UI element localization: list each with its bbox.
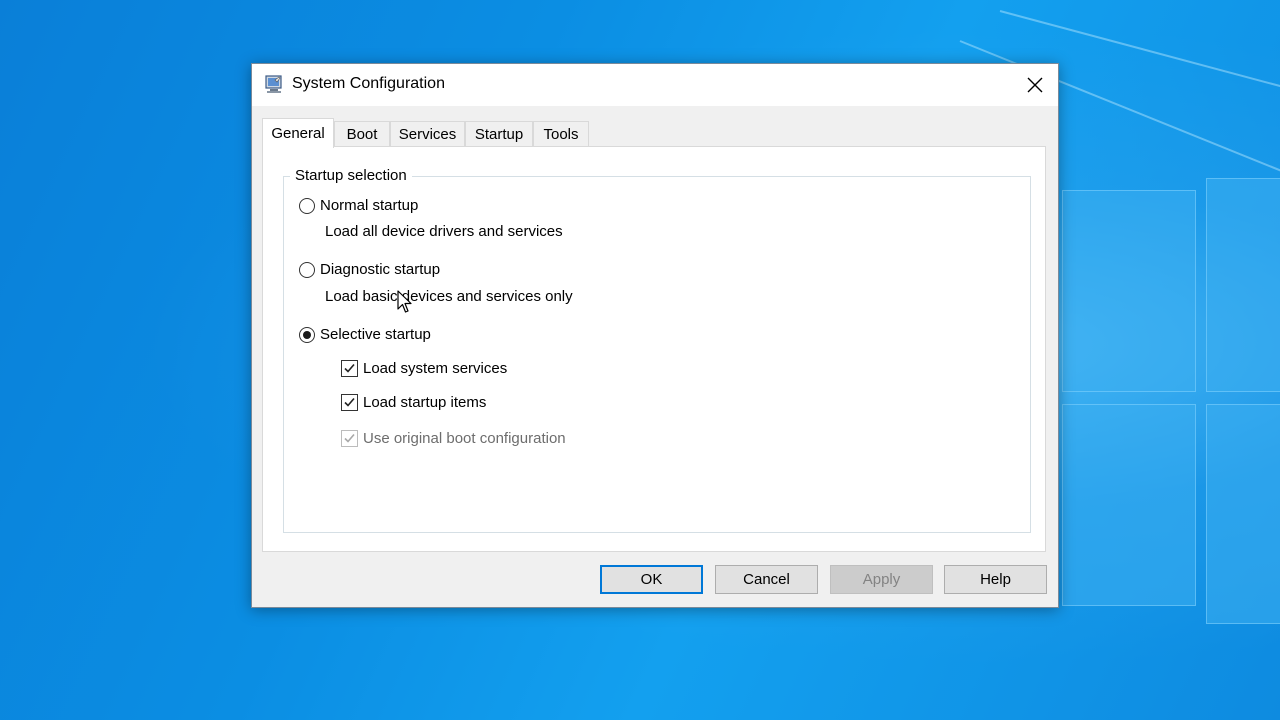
desktop-window-logo-pane xyxy=(1206,404,1280,624)
system-configuration-window: System Configuration General Boot Servic… xyxy=(251,63,1059,608)
tab-label: Tools xyxy=(543,125,579,143)
desktop-window-logo-pane xyxy=(1062,404,1196,606)
ok-button[interactable]: OK xyxy=(600,565,703,594)
tab-boot[interactable]: Boot xyxy=(334,121,390,146)
tab-label: Startup xyxy=(474,125,524,143)
tab-label: Services xyxy=(398,125,457,143)
tab-general[interactable]: General xyxy=(262,118,334,148)
checkbox-label: Load startup items xyxy=(363,394,487,411)
msconfig-icon xyxy=(265,75,282,93)
help-button[interactable]: Help xyxy=(944,565,1047,594)
group-label: Startup selection xyxy=(290,167,412,184)
tab-services[interactable]: Services xyxy=(390,121,465,146)
tab-label: General xyxy=(271,125,325,142)
tab-tools[interactable]: Tools xyxy=(533,121,589,146)
radio-label: Diagnostic startup xyxy=(320,261,441,278)
checkmark-icon xyxy=(344,433,355,443)
radio-label: Selective startup xyxy=(320,326,431,343)
radio-button[interactable] xyxy=(299,261,315,278)
use-original-boot-configuration-checkbox: Use original boot configuration xyxy=(341,430,566,447)
cancel-button[interactable]: Cancel xyxy=(715,565,818,594)
title-bar[interactable]: System Configuration xyxy=(252,64,1058,106)
apply-button: Apply xyxy=(830,565,933,594)
window-title: System Configuration xyxy=(292,75,445,92)
radio-button[interactable] xyxy=(299,197,315,214)
normal-startup-description: Load all device drivers and services xyxy=(325,223,563,240)
desktop-window-logo-pane xyxy=(1062,190,1196,392)
normal-startup-radio[interactable]: Normal startup xyxy=(299,197,418,214)
radio-button-selected[interactable] xyxy=(299,326,315,343)
load-startup-items-checkbox[interactable]: Load startup items xyxy=(341,394,486,411)
checkbox[interactable] xyxy=(341,394,358,411)
tab-label: Boot xyxy=(346,125,378,143)
diagnostic-startup-radio[interactable]: Diagnostic startup xyxy=(299,261,440,278)
close-icon xyxy=(1027,77,1043,93)
checkbox-disabled xyxy=(341,430,358,447)
radio-label: Normal startup xyxy=(320,197,419,214)
diagnostic-startup-description: Load basic devices and services only xyxy=(325,288,573,305)
load-system-services-checkbox[interactable]: Load system services xyxy=(341,360,507,377)
selective-startup-radio[interactable]: Selective startup xyxy=(299,326,431,343)
checkmark-icon xyxy=(344,397,355,407)
checkbox-label: Load system services xyxy=(363,360,508,377)
checkmark-icon xyxy=(344,363,355,373)
desktop-window-logo-pane xyxy=(1206,178,1280,392)
close-button[interactable] xyxy=(1012,64,1058,106)
general-tab-panel: Startup selection Normal startup Load al… xyxy=(262,146,1046,552)
mouse-cursor-icon xyxy=(397,290,412,313)
tab-startup[interactable]: Startup xyxy=(465,121,533,146)
checkbox[interactable] xyxy=(341,360,358,377)
checkbox-label: Use original boot configuration xyxy=(363,430,566,447)
